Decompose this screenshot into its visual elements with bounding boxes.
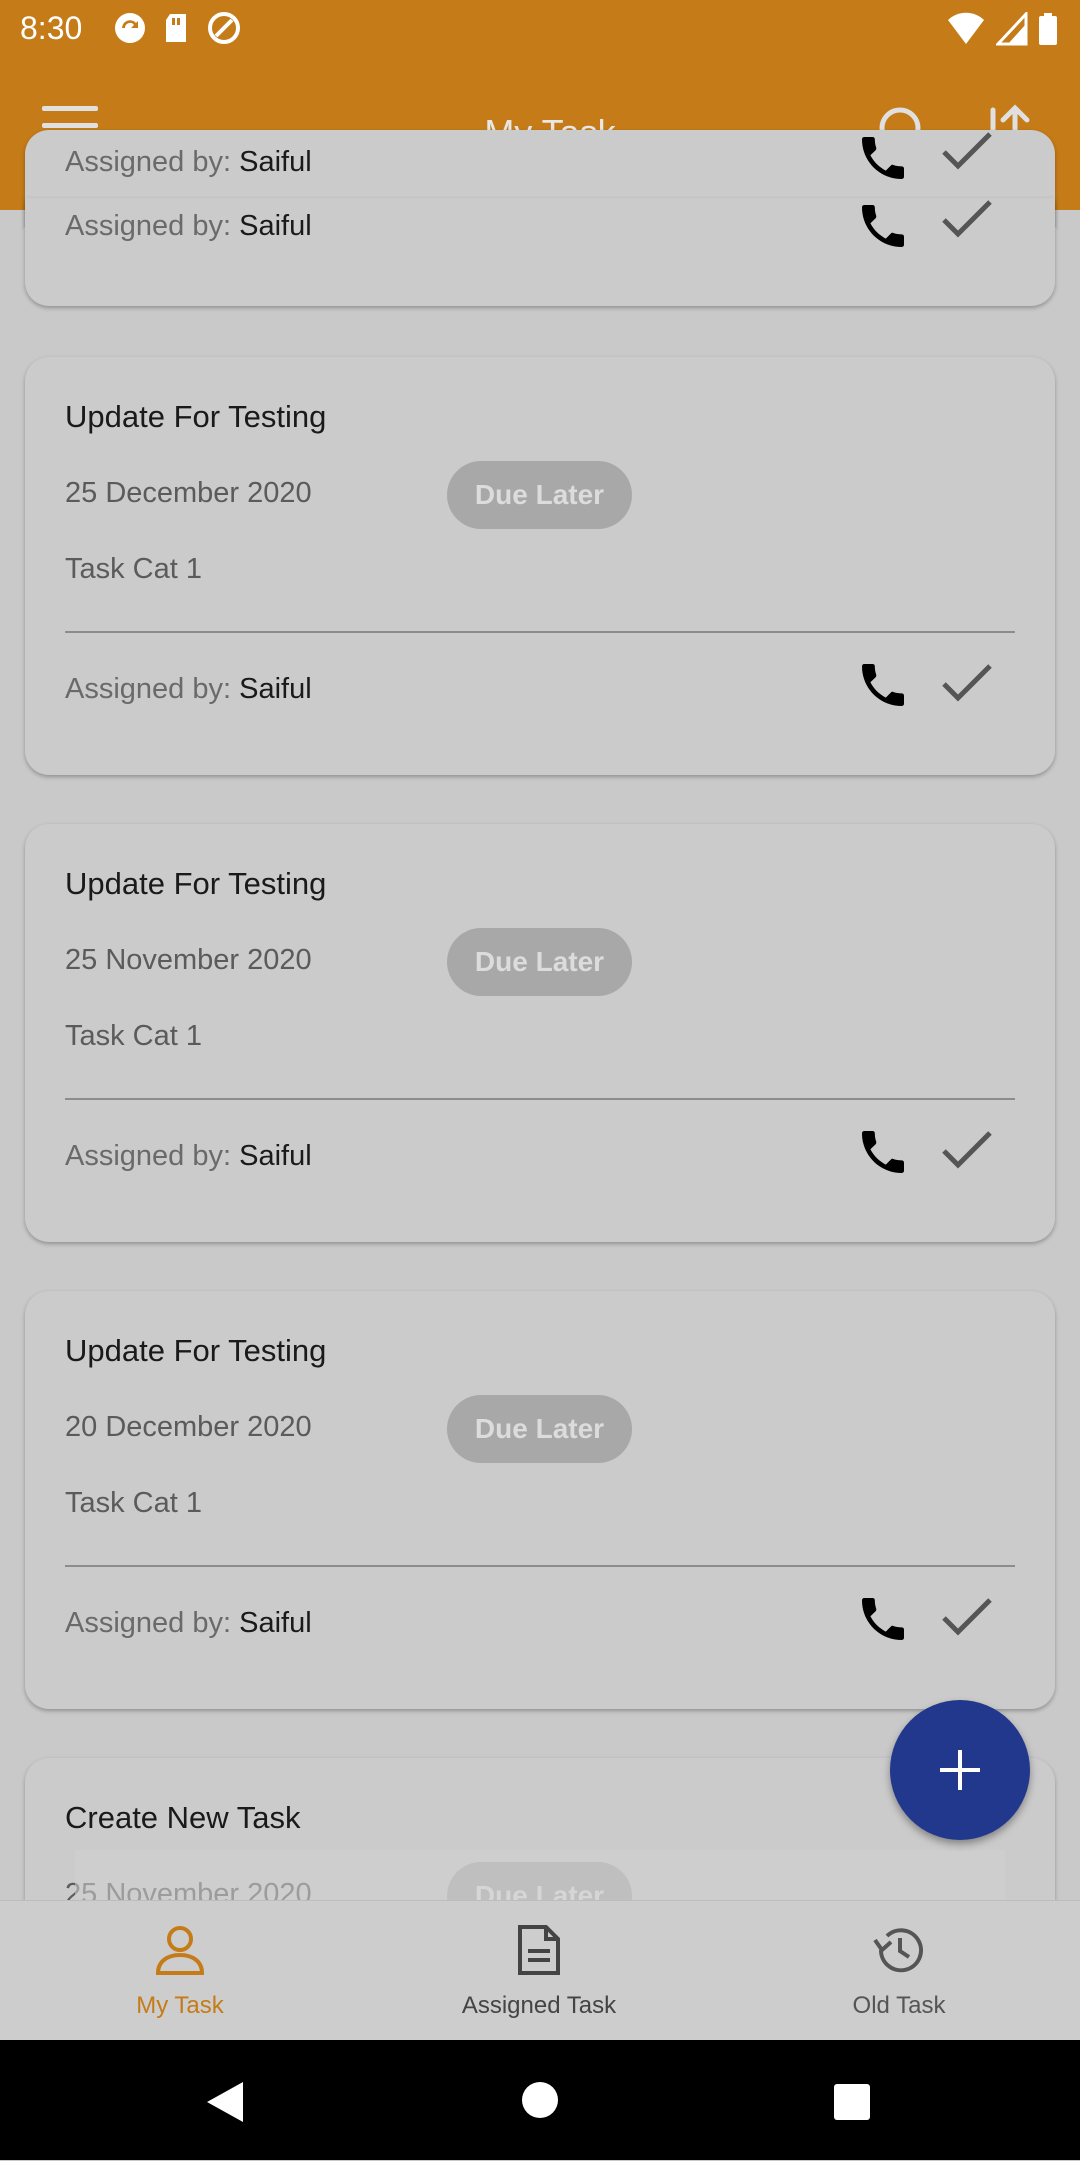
assigned-by: Assigned by: Saiful xyxy=(65,673,312,705)
phone-icon[interactable] xyxy=(855,657,911,713)
sd-card-icon xyxy=(166,14,186,42)
phone-icon[interactable] xyxy=(855,130,911,186)
task-card[interactable]: Update For Testing 25 December 2020 Due … xyxy=(25,357,1055,775)
status-badge: Due Later xyxy=(447,461,632,529)
status-time: 8:30 xyxy=(20,10,83,46)
check-icon[interactable] xyxy=(940,1596,994,1640)
add-task-button[interactable] xyxy=(890,1700,1030,1840)
status-badge: Due Later xyxy=(447,1395,632,1463)
status-badge: Due Later xyxy=(447,928,632,996)
task-card[interactable]: Update For Testing 20 December 2020 Due … xyxy=(25,1291,1055,1709)
divider xyxy=(65,1098,1015,1100)
assigned-name: Saiful xyxy=(239,1140,312,1172)
task-card[interactable]: Update For Testing 25 November 2020 Due … xyxy=(25,824,1055,1242)
back-icon[interactable] xyxy=(205,2080,245,2124)
document-icon xyxy=(518,1925,560,1975)
no-tracking-icon xyxy=(208,12,240,44)
system-nav-bar xyxy=(0,2040,1080,2160)
check-icon[interactable] xyxy=(940,130,994,174)
phone-icon[interactable] xyxy=(855,1591,911,1647)
bottom-nav: My Task Assigned Task Old Task xyxy=(0,1900,1080,2041)
sync-app-icon xyxy=(115,13,145,43)
person-icon xyxy=(155,1926,205,1975)
status-bar: 8:30 xyxy=(0,0,1080,60)
nav-label: Assigned Task xyxy=(461,1992,617,2019)
nav-my-task[interactable]: My Task xyxy=(60,1923,300,2020)
divider xyxy=(65,1565,1015,1567)
task-title: Update For Testing xyxy=(65,1333,327,1368)
check-icon[interactable] xyxy=(940,198,994,242)
task-title: Update For Testing xyxy=(65,399,327,434)
phone-icon[interactable] xyxy=(855,1124,911,1180)
divider xyxy=(65,631,1015,633)
nav-old-task[interactable]: Old Task xyxy=(779,1923,1019,2020)
task-category: Task Cat 1 xyxy=(65,1020,202,1052)
task-title: Update For Testing xyxy=(65,866,327,901)
task-title: Create New Task xyxy=(65,1800,301,1835)
nav-assigned-task[interactable]: Assigned Task xyxy=(419,1923,659,2020)
task-category: Task Cat 1 xyxy=(65,553,202,585)
check-icon[interactable] xyxy=(940,662,994,706)
task-date: 25 November 2020 xyxy=(65,944,312,976)
battery-icon xyxy=(1039,13,1057,45)
signal-icon xyxy=(996,12,1028,46)
task-card-partial[interactable]: Assigned by: Saiful xyxy=(25,198,1055,306)
recents-icon[interactable] xyxy=(832,2082,872,2122)
task-category: Task Cat 1 xyxy=(65,1487,202,1519)
phone-icon[interactable] xyxy=(855,198,911,254)
nav-label: My Task xyxy=(136,1992,224,2019)
home-icon[interactable] xyxy=(520,2080,560,2120)
assigned-by: Assigned by: Saiful xyxy=(65,210,312,242)
assigned-name: Saiful xyxy=(239,673,312,705)
assigned-name: Saiful xyxy=(239,1607,312,1639)
task-date: 25 December 2020 xyxy=(65,477,312,509)
nav-label: Old Task xyxy=(852,1992,946,2019)
assigned-by: Assigned by: Saiful xyxy=(65,1140,312,1172)
assigned-name: Saiful xyxy=(239,146,312,178)
check-icon[interactable] xyxy=(940,1129,994,1173)
assigned-name: Saiful xyxy=(239,210,312,242)
history-icon xyxy=(873,1928,923,1973)
assigned-by: Assigned by: Saiful xyxy=(65,1607,312,1639)
task-date: 20 December 2020 xyxy=(65,1411,312,1443)
assigned-by: Assigned by: Saiful xyxy=(65,146,312,178)
plus-icon xyxy=(940,1750,980,1790)
wifi-icon xyxy=(948,12,984,45)
